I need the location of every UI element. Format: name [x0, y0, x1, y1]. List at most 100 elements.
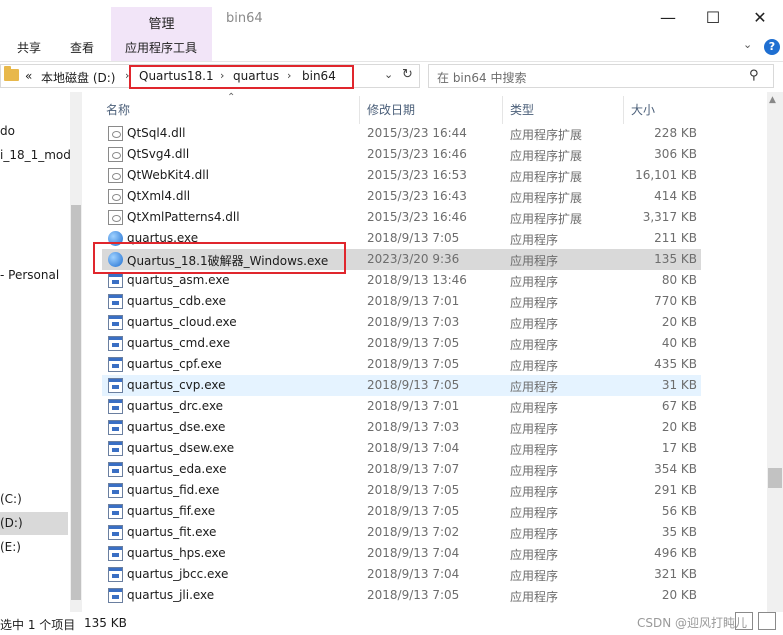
- breadcrumb-quartus[interactable]: quartus: [233, 69, 279, 83]
- tab-share[interactable]: 共享: [17, 39, 41, 56]
- file-row[interactable]: quartus_dsew.exe 2018/9/13 7:04 应用程序 17 KB: [102, 438, 701, 459]
- file-modified-date: 2018/9/13 7:02: [367, 525, 460, 539]
- file-row[interactable]: QtWebKit4.dll 2015/3/23 16:53 应用程序扩展 16,101…: [102, 165, 701, 186]
- chevron-down-icon[interactable]: ⌄: [743, 38, 752, 51]
- file-type: 应用程序: [510, 359, 559, 373]
- search-icon[interactable]: ⚲: [749, 68, 759, 83]
- refresh-icon[interactable]: ↻: [402, 67, 413, 82]
- breadcrumb-separator[interactable]: ›: [287, 69, 291, 82]
- search-placeholder: 在 bin64 中搜索: [437, 71, 527, 85]
- column-header-size[interactable]: 大小: [631, 101, 655, 118]
- file-row[interactable]: quartus_fid.exe 2018/9/13 7:05 应用程序 291 KB: [102, 480, 701, 501]
- file-type: 应用程序: [510, 422, 559, 436]
- file-size: 17 KB: [661, 441, 697, 455]
- nav-item-model[interactable]: i_18_1_mode: [0, 148, 78, 162]
- file-modified-date: 2018/9/13 7:04: [367, 567, 460, 581]
- status-size: 135 KB: [84, 616, 127, 630]
- file-type: 应用程序: [510, 338, 559, 352]
- file-row[interactable]: quartus_drc.exe 2018/9/13 7:01 应用程序 67 KB: [102, 396, 701, 417]
- column-separator[interactable]: [623, 96, 624, 124]
- file-type: 应用程序: [510, 548, 559, 562]
- scroll-up-arrow-icon[interactable]: ▲: [769, 95, 776, 105]
- file-row[interactable]: quartus_cvp.exe 2018/9/13 7:05 应用程序 31 KB: [102, 375, 701, 396]
- file-size: 80 KB: [661, 273, 697, 287]
- file-name: quartus_cvp.exe: [127, 378, 226, 392]
- large-icons-view-icon[interactable]: [758, 612, 776, 630]
- exe-icon: [108, 588, 123, 603]
- details-view-icon[interactable]: [735, 612, 753, 630]
- file-type: 应用程序扩展: [510, 212, 583, 226]
- column-header-type[interactable]: 类型: [510, 101, 534, 118]
- nav-scrollbar-thumb[interactable]: [71, 205, 81, 600]
- file-row[interactable]: quartus_cpf.exe 2018/9/13 7:05 应用程序 435 KB: [102, 354, 701, 375]
- nav-item-drive-e[interactable]: (E:): [0, 540, 21, 554]
- file-row[interactable]: QtXmlPatterns4.dll 2015/3/23 16:46 应用程序扩展 3…: [102, 207, 701, 228]
- file-name: quartus_jbcc.exe: [127, 567, 229, 581]
- file-size: 770 KB: [654, 294, 697, 308]
- file-modified-date: 2018/9/13 7:05: [367, 588, 460, 602]
- file-size: 306 KB: [654, 147, 697, 161]
- exe-icon: [108, 567, 123, 582]
- breadcrumb-separator[interactable]: ›: [220, 69, 224, 82]
- file-modified-date: 2015/3/23 16:46: [367, 210, 467, 224]
- nav-item-drive-c[interactable]: (C:): [0, 492, 22, 506]
- exe-icon: [108, 420, 123, 435]
- file-name: QtSql4.dll: [127, 126, 186, 140]
- exe-icon: [108, 357, 123, 372]
- exe-icon: [108, 336, 123, 351]
- maximize-button[interactable]: ☐: [700, 5, 726, 31]
- file-row[interactable]: quartus_jli.exe 2018/9/13 7:05 应用程序 20 KB: [102, 585, 701, 606]
- file-row[interactable]: quartus_fif.exe 2018/9/13 7:05 应用程序 56 KB: [102, 501, 701, 522]
- file-name: quartus_asm.exe: [127, 273, 230, 287]
- minimize-button[interactable]: —: [655, 5, 681, 31]
- file-row[interactable]: quartus_hps.exe 2018/9/13 7:04 应用程序 496 KB: [102, 543, 701, 564]
- tab-application-tools[interactable]: 应用程序工具: [125, 39, 197, 56]
- file-modified-date: 2018/9/13 7:07: [367, 462, 460, 476]
- help-icon[interactable]: ?: [764, 39, 780, 55]
- file-modified-date: 2018/9/13 7:03: [367, 315, 460, 329]
- file-type: 应用程序: [510, 296, 559, 310]
- nav-item-personal[interactable]: - Personal: [0, 268, 59, 282]
- breadcrumb-overflow[interactable]: «: [25, 69, 32, 83]
- file-name: quartus_eda.exe: [127, 462, 227, 476]
- nav-item-do[interactable]: do: [0, 124, 15, 138]
- close-button[interactable]: ✕: [747, 5, 773, 31]
- nav-item-drive-d[interactable]: (D:): [0, 516, 23, 530]
- file-row[interactable]: QtXml4.dll 2015/3/23 16:43 应用程序扩展 414 KB: [102, 186, 701, 207]
- file-size: 291 KB: [654, 483, 697, 497]
- breadcrumb-bin64[interactable]: bin64: [302, 69, 336, 83]
- file-row[interactable]: QtSql4.dll 2015/3/23 16:44 应用程序扩展 228 KB: [102, 123, 701, 144]
- folder-icon: [4, 66, 19, 81]
- file-size: 414 KB: [654, 189, 697, 203]
- manage-context-tab[interactable]: 管理: [111, 7, 212, 35]
- file-modified-date: 2015/3/23 16:43: [367, 189, 467, 203]
- file-name: quartus_fif.exe: [127, 504, 216, 518]
- file-name: quartus_fid.exe: [127, 483, 220, 497]
- column-header-date[interactable]: 修改日期: [367, 101, 415, 118]
- file-row[interactable]: quartus_cdb.exe 2018/9/13 7:01 应用程序 770 KB: [102, 291, 701, 312]
- file-row[interactable]: quartus_jbcc.exe 2018/9/13 7:04 应用程序 321 KB: [102, 564, 701, 585]
- column-separator[interactable]: [359, 96, 360, 124]
- dropdown-chevron-icon[interactable]: ⌄: [384, 68, 393, 81]
- file-modified-date: 2018/9/13 7:05: [367, 378, 460, 392]
- file-row[interactable]: quartus_dse.exe 2018/9/13 7:03 应用程序 20 KB: [102, 417, 701, 438]
- file-row[interactable]: QtSvg4.dll 2015/3/23 16:46 应用程序扩展 306 KB: [102, 144, 701, 165]
- file-type: 应用程序: [510, 233, 559, 247]
- file-row[interactable]: quartus_cmd.exe 2018/9/13 7:05 应用程序 40 KB: [102, 333, 701, 354]
- breadcrumb-drive[interactable]: 本地磁盘 (D:): [41, 69, 115, 86]
- file-list-scrollbar[interactable]: [767, 92, 783, 612]
- column-separator[interactable]: [502, 96, 503, 124]
- file-row[interactable]: quartus_fit.exe 2018/9/13 7:02 应用程序 35 KB: [102, 522, 701, 543]
- file-row[interactable]: quartus_eda.exe 2018/9/13 7:07 应用程序 354 KB: [102, 459, 701, 480]
- file-size: 20 KB: [661, 420, 697, 434]
- dll-icon: [108, 210, 123, 225]
- tab-view[interactable]: 查看: [70, 39, 94, 56]
- exe-icon: [108, 546, 123, 561]
- file-list-scrollbar-thumb[interactable]: [768, 468, 782, 488]
- breadcrumb-quartus18[interactable]: Quartus18.1: [139, 69, 214, 83]
- file-row[interactable]: quartus_cloud.exe 2018/9/13 7:03 应用程序 20 KB: [102, 312, 701, 333]
- column-header-name[interactable]: 名称: [106, 101, 130, 118]
- file-type: 应用程序: [510, 254, 559, 268]
- file-name: quartus_drc.exe: [127, 399, 224, 413]
- file-modified-date: 2015/3/23 16:53: [367, 168, 467, 182]
